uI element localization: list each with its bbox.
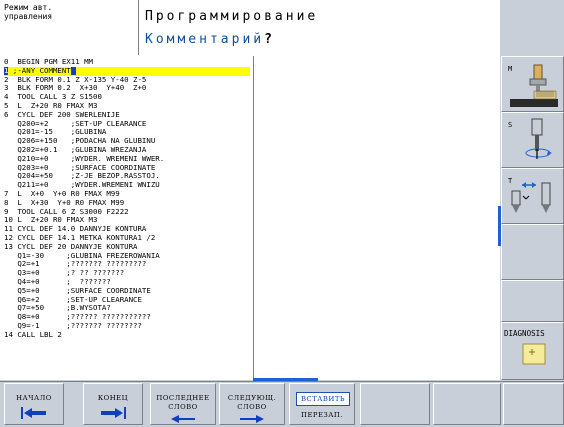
softkey-level-indicator (253, 378, 318, 381)
spindle-speed-icon (525, 118, 552, 159)
insert-overwrite-softkey[interactable]: ВСТАВИТЬ ПЕРЕЗАП. (289, 383, 355, 425)
empty-softkey-b8[interactable] (503, 383, 564, 425)
program-line[interactable]: 14 CALL LBL 2 (4, 331, 250, 340)
jump-end-arrow-icon (101, 407, 126, 419)
next-word-softkey[interactable]: СЛЕДУЮЩ. СЛОВО (219, 383, 285, 425)
empty-softkey-b7[interactable] (433, 383, 501, 425)
start-softkey[interactable]: НАЧАЛО (4, 383, 64, 425)
program-line[interactable]: Q6=+2 ;SET-UP CLEARANCE (4, 296, 250, 305)
empty-softkey-b6[interactable] (360, 383, 430, 425)
overwrite-mode-label: ПЕРЕЗАП. (301, 411, 343, 419)
diagnosis-label: DIAGNOSIS (504, 329, 545, 338)
end-softkey-label: КОНЕЦ (97, 394, 129, 402)
header: Режим авт. управления Программирование К… (0, 0, 500, 57)
operating-mode-box: Режим авт. управления (0, 0, 139, 55)
program-line[interactable]: 7 L X+0 Y+0 R0 FMAX M99 (4, 190, 250, 199)
next-word-label-2: СЛОВО (237, 403, 267, 411)
program-line[interactable]: 6 CYCL DEF 200 SWERLENIJE (4, 111, 250, 120)
program-line[interactable]: Q9=-1 ;??????? ???????? (4, 322, 250, 331)
program-line[interactable]: 8 L X+30 Y+0 R0 FMAX M99 (4, 199, 250, 208)
next-word-label-1: СЛЕДУЮЩ. (227, 394, 277, 402)
t-tool-softkey[interactable]: T (501, 168, 564, 224)
s-spindle-softkey[interactable]: S (501, 112, 564, 168)
program-line[interactable]: Q4=+0 ; ??????? (4, 278, 250, 287)
m-function-softkey[interactable]: M (501, 56, 564, 112)
dialog-prompt-mark: ? (264, 32, 272, 47)
program-line[interactable]: 12 CYCL DEF 14.1 METKA KONTURA1 /2 (4, 234, 250, 243)
dialog-prompt: Комментарий? (145, 32, 272, 47)
program-line[interactable]: Q206=+150 ;PODACHA NA GLUBINU (4, 137, 250, 146)
program-line[interactable]: Q210=+0 ;WYDER. WREMENI WWER. (4, 155, 250, 164)
program-line[interactable]: 3 BLK FORM 0.2 X+30 Y+40 Z+0 (4, 84, 250, 93)
program-editor[interactable]: 0 BEGIN PGM EX11 MM 1 ;-ANY COMMENT 2 BL… (0, 56, 254, 380)
spindle-m-icon (510, 64, 558, 107)
page-title: Программирование (145, 9, 319, 24)
empty-softkey-r5[interactable] (501, 280, 564, 322)
program-line[interactable]: Q1=-30 ;GLUBINA FREZEROWANIA (4, 252, 250, 261)
empty-softkey-r4[interactable] (501, 224, 564, 280)
program-line[interactable]: 9 TOOL CALL 6 Z S3000 F2222 (4, 208, 250, 217)
dialog-prompt-text: Комментарий (145, 32, 265, 47)
program-line[interactable]: 10 L Z+20 R0 FMAX M3 (4, 216, 250, 225)
program-line-selected[interactable]: 1 ;-ANY COMMENT (4, 66, 250, 76)
diagnosis-softkey[interactable]: DIAGNOSIS (501, 322, 564, 380)
start-softkey-label: НАЧАЛО (16, 394, 52, 402)
last-word-softkey[interactable]: ПОСЛЕДНЕЕ СЛОВО (150, 383, 216, 425)
program-line[interactable]: 2 BLK FORM 0.1 Z X-135 Y-40 Z-5 (4, 76, 250, 85)
mode-line-2: управления (4, 12, 53, 21)
text-cursor (70, 66, 76, 75)
program-line[interactable]: 5 L Z+20 R0 FMAX M3 (4, 102, 250, 111)
program-line[interactable]: 13 CYCL DEF 20 DANNYJE KONTURA (4, 243, 250, 252)
program-line[interactable]: 11 CYCL DEF 14.0 DANNYJE KONTURA (4, 225, 250, 234)
last-word-label-2: СЛОВО (168, 403, 198, 411)
tool-change-icon (511, 182, 551, 213)
selected-line-text: ;-ANY COMMENT (12, 66, 71, 75)
program-line[interactable]: 0 BEGIN PGM EX11 MM (4, 58, 250, 67)
program-line[interactable]: Q3=+0 ;? ?? ??????? (4, 269, 250, 278)
operating-mode-label: Режим авт. управления (4, 3, 134, 21)
program-line[interactable]: 4 TOOL CALL 3 Z S1500 (4, 93, 250, 102)
program-line[interactable]: Q201=-15 ;GLUBINA (4, 128, 250, 137)
jump-start-arrow-icon (21, 407, 46, 419)
program-line[interactable]: Q8=+0 ;?????? ??????????? (4, 313, 250, 322)
diagnosis-icon (522, 343, 546, 365)
mode-line-1: Режим авт. (4, 3, 53, 12)
program-line[interactable]: Q2=+1 ;??????? ????????? (4, 260, 250, 269)
previous-word-arrow-icon (171, 415, 195, 423)
program-line[interactable]: Q7=+50 ;B.WYSOTA? (4, 304, 250, 313)
program-line[interactable]: Q5=+0 ;SURFACE COORDINATE (4, 287, 250, 296)
program-line[interactable]: Q211=+0 ;WYDER.WREMENI WNIZU (4, 181, 250, 190)
last-word-label-1: ПОСЛЕДНЕЕ (156, 394, 210, 402)
insert-mode-active: ВСТАВИТЬ (296, 392, 350, 406)
next-word-arrow-icon (240, 415, 264, 423)
screen-layout-right-panel (254, 56, 500, 380)
program-line[interactable]: Q203=+0 ;SURFACE COORDINATE (4, 164, 250, 173)
program-line[interactable]: Q204=+50 ;Z-JE BEZOP.RASSTOJ. (4, 172, 250, 181)
program-line[interactable]: Q202=+0.1 ;GLUBINA WREZANJA (4, 146, 250, 155)
end-softkey[interactable]: КОНЕЦ (83, 383, 143, 425)
program-line[interactable]: Q200=+2 ;SET-UP CLEARANCE (4, 120, 250, 129)
program-lines[interactable]: 0 BEGIN PGM EX11 MM 1 ;-ANY COMMENT 2 BL… (4, 58, 250, 340)
